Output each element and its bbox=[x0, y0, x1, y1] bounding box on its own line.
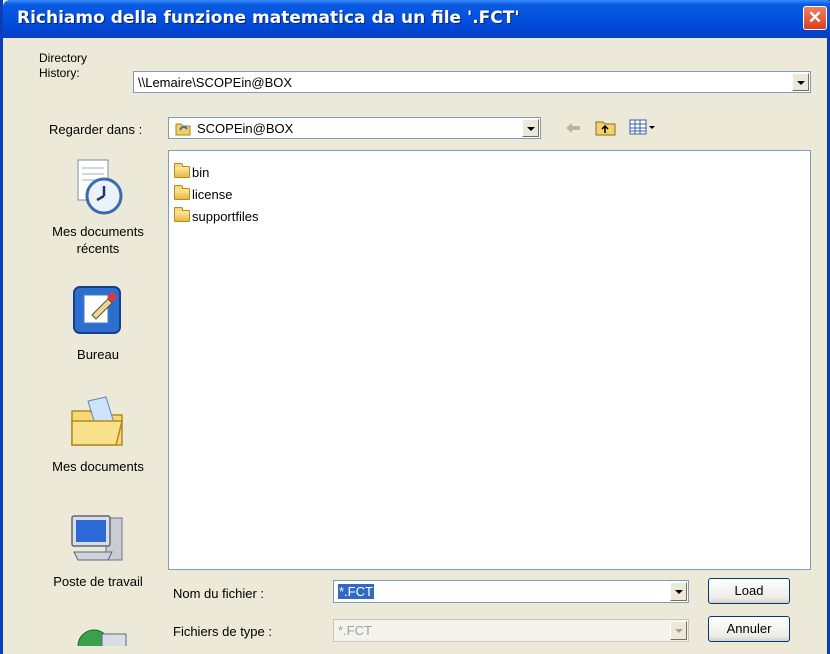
place-my-computer[interactable]: Poste de travail bbox=[39, 506, 157, 590]
file-list[interactable]: bin license supportfiles bbox=[168, 150, 811, 570]
filetype-value: *.FCT bbox=[338, 623, 372, 638]
place-label-desktop: Bureau bbox=[77, 347, 119, 362]
directory-history-dropdown-button[interactable] bbox=[792, 73, 809, 91]
look-in-value: SCOPEin@BOX bbox=[197, 121, 294, 136]
my-documents-icon bbox=[39, 391, 157, 458]
load-button[interactable]: Load bbox=[708, 578, 790, 604]
cancel-button[interactable]: Annuler bbox=[708, 616, 790, 642]
look-in-combo[interactable]: SCOPEin@BOX bbox=[168, 117, 541, 139]
place-recent-documents[interactable]: Mes documents récents bbox=[39, 156, 157, 257]
look-in-folder-icon bbox=[174, 120, 192, 140]
window-title: Richiamo della funzione matematica da un… bbox=[17, 8, 520, 28]
filename-label: Nom du fichier : bbox=[173, 586, 265, 601]
places-bar: Mes documents récents Bureau Mes documen… bbox=[39, 146, 157, 646]
place-label-recent-line1: Mes documents bbox=[52, 224, 144, 239]
directory-history-value: \\Lemaire\SCOPEin@BOX bbox=[138, 75, 293, 90]
desktop-icon bbox=[39, 279, 157, 346]
title-bar[interactable]: Richiamo della funzione matematica da un… bbox=[3, 0, 830, 38]
directory-history-label: Directory History: bbox=[39, 51, 87, 81]
my-computer-icon bbox=[39, 506, 157, 573]
place-network[interactable] bbox=[39, 620, 157, 646]
directory-history-combo[interactable]: \\Lemaire\SCOPEin@BOX bbox=[133, 71, 811, 93]
list-item[interactable]: bin bbox=[174, 163, 209, 181]
back-arrow-icon[interactable] bbox=[563, 120, 583, 139]
folder-icon bbox=[174, 185, 190, 200]
file-name: bin bbox=[192, 164, 210, 180]
filetype-dropdown-button bbox=[670, 621, 687, 640]
directory-history-label-line2: History: bbox=[39, 66, 80, 80]
look-in-dropdown-button[interactable] bbox=[522, 119, 539, 137]
list-item[interactable]: license bbox=[174, 185, 232, 203]
network-places-icon bbox=[39, 620, 157, 646]
place-label-my-documents: Mes documents bbox=[52, 459, 144, 474]
look-in-label: Regarder dans : bbox=[49, 122, 143, 137]
list-item[interactable]: supportfiles bbox=[174, 207, 258, 225]
file-open-dialog: Richiamo della funzione matematica da un… bbox=[0, 0, 830, 654]
filetype-select: *.FCT bbox=[333, 619, 689, 642]
view-menu-icon[interactable] bbox=[629, 118, 657, 139]
filename-dropdown-button[interactable] bbox=[670, 582, 687, 601]
place-label-my-computer: Poste de travail bbox=[53, 574, 143, 589]
place-desktop[interactable]: Bureau bbox=[39, 279, 157, 363]
directory-history-label-line1: Directory bbox=[39, 51, 88, 65]
recent-documents-icon bbox=[39, 156, 157, 223]
filename-input[interactable]: *.FCT bbox=[333, 580, 689, 603]
filename-value: *.FCT bbox=[338, 584, 374, 599]
up-folder-icon[interactable] bbox=[595, 118, 617, 139]
file-name: supportfiles bbox=[192, 208, 259, 224]
place-label-recent-line2: récents bbox=[76, 241, 120, 256]
close-button[interactable]: ✕ bbox=[803, 6, 827, 30]
place-my-documents[interactable]: Mes documents bbox=[39, 391, 157, 475]
file-name: license bbox=[192, 186, 233, 202]
folder-icon bbox=[174, 163, 190, 178]
folder-icon bbox=[174, 207, 190, 222]
filetype-label: Fichiers de type : bbox=[173, 624, 272, 639]
